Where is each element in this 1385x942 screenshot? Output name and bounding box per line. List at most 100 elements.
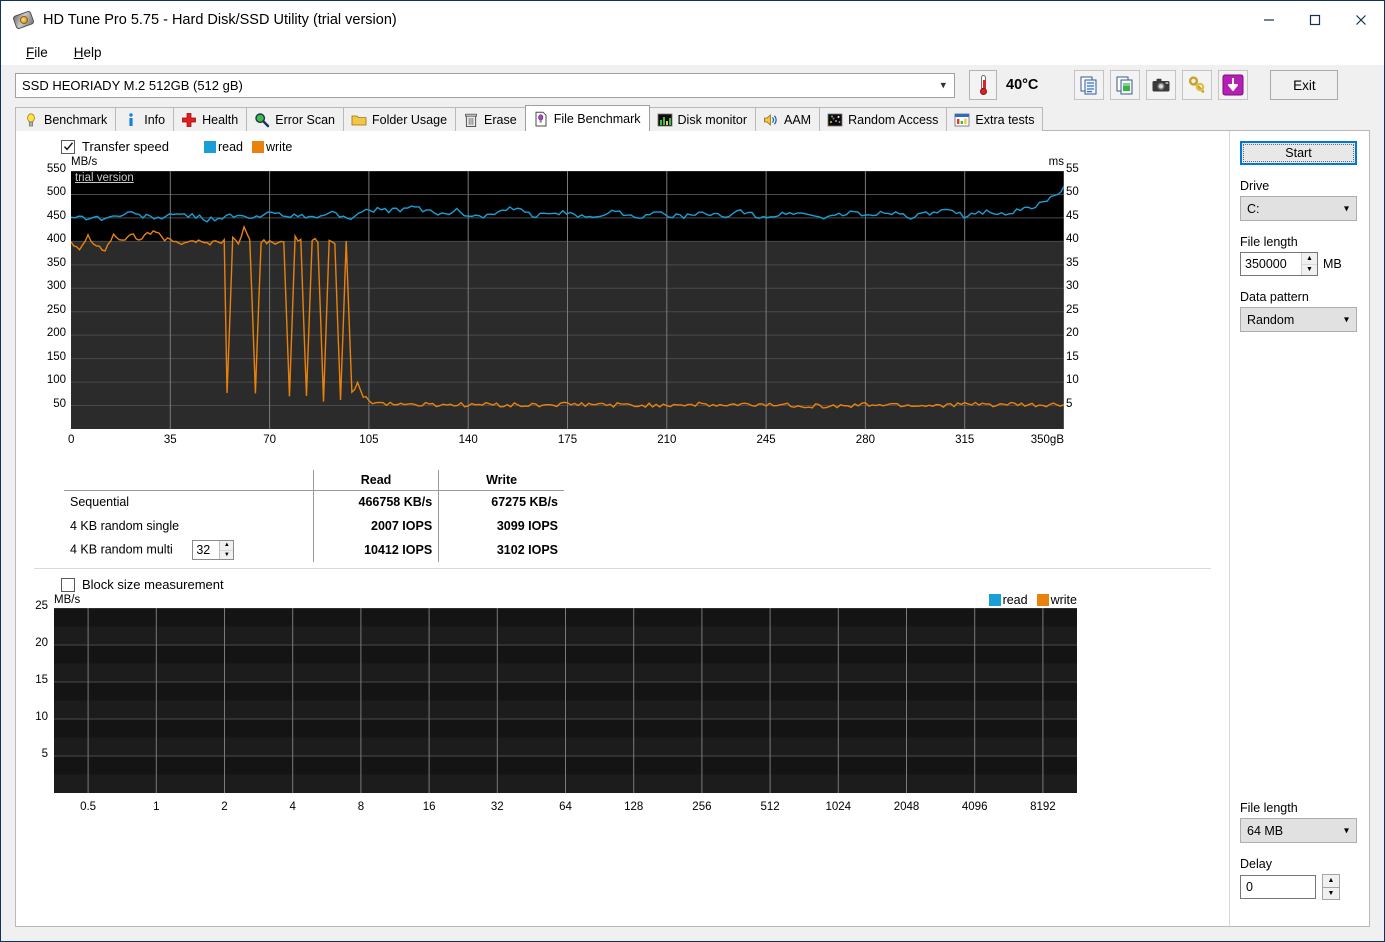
lower-x-tick: 0.5 bbox=[80, 801, 96, 813]
tab-benchmark[interactable]: Benchmark bbox=[15, 107, 116, 131]
lower-x-tick: 512 bbox=[761, 801, 780, 813]
lower-y-unit: MB/s bbox=[54, 594, 80, 606]
transfer-speed-checkbox[interactable] bbox=[61, 140, 75, 154]
delay-down-icon[interactable]: ▼ bbox=[1322, 887, 1340, 901]
row-random-multi-text: 4 KB random multi bbox=[70, 542, 173, 556]
block-size-checkbox[interactable] bbox=[61, 578, 75, 592]
trial-watermark: trial version bbox=[75, 172, 134, 184]
tab-health[interactable]: Health bbox=[173, 107, 247, 131]
temperature-indicator bbox=[969, 70, 997, 100]
delay-input[interactable]: 0 bbox=[1240, 875, 1316, 899]
queue-depth-arrows[interactable]: ▲ ▼ bbox=[219, 541, 233, 559]
toolbar: SSD HEORIADY M.2 512GB (512 gB) ▾ 40°C bbox=[1, 65, 1384, 105]
upper-y-tick: 500 bbox=[34, 186, 66, 198]
tab-erase[interactable]: Erase bbox=[455, 107, 526, 131]
lower-y-tick: 25 bbox=[18, 600, 48, 612]
download-button[interactable] bbox=[1218, 70, 1248, 100]
tab-disk-monitor[interactable]: Disk monitor bbox=[649, 107, 756, 131]
tab-error-scan[interactable]: Error Scan bbox=[246, 107, 344, 131]
file-length-up-icon[interactable]: ▲ bbox=[1302, 253, 1317, 265]
lower-plot-area bbox=[54, 608, 1077, 793]
delay-up-icon[interactable]: ▲ bbox=[1322, 874, 1340, 887]
lightbulb-icon bbox=[23, 112, 39, 128]
content-panel: Transfer speed read write MB/s bbox=[15, 130, 1370, 927]
legend-read-swatch bbox=[204, 141, 216, 153]
file-length-down-icon[interactable]: ▼ bbox=[1302, 265, 1317, 276]
tab-info-label: Info bbox=[144, 113, 165, 127]
minimize-button[interactable] bbox=[1246, 1, 1292, 39]
upper-x-tick: 315 bbox=[955, 434, 974, 446]
tab-random-access[interactable]: Random Access bbox=[819, 107, 947, 131]
file-length-stepper[interactable]: 350000 ▲ ▼ bbox=[1240, 252, 1318, 276]
temperature-value: 40°C bbox=[1006, 77, 1038, 93]
scatter-icon bbox=[827, 112, 843, 128]
transfer-speed-pane: Transfer speed read write MB/s bbox=[16, 131, 1229, 562]
file-length-arrows[interactable]: ▲ ▼ bbox=[1301, 253, 1317, 275]
upper-y2-tick: 25 bbox=[1066, 304, 1092, 316]
copy-text-icon bbox=[1079, 75, 1099, 95]
sidebar: Start Drive C: ▾ File length 350000 ▲ ▼ … bbox=[1229, 131, 1369, 926]
start-button[interactable]: Start bbox=[1240, 141, 1357, 165]
queue-depth-up-icon[interactable]: ▲ bbox=[220, 541, 233, 551]
transfer-speed-legend: read write bbox=[204, 140, 292, 154]
tab-aam[interactable]: AAM bbox=[755, 107, 820, 131]
upper-y-tick: 400 bbox=[34, 233, 66, 245]
screenshot-button[interactable] bbox=[1146, 70, 1176, 100]
delay-stepper[interactable]: ▲ ▼ bbox=[1322, 874, 1340, 900]
row-random-single-write: 3099 IOPS bbox=[439, 514, 564, 538]
menu-help[interactable]: Help bbox=[61, 42, 115, 63]
upper-x-tick: 245 bbox=[757, 434, 776, 446]
results-header-blank bbox=[64, 470, 313, 490]
lower-x-tick: 16 bbox=[423, 801, 436, 813]
close-button[interactable] bbox=[1338, 1, 1384, 39]
tab-strip: Benchmark Info Health Error Scan Folder bbox=[1, 105, 1384, 131]
tab-extra-tests[interactable]: Extra tests bbox=[946, 107, 1043, 131]
results-header-read: Read bbox=[313, 470, 438, 490]
upper-y-tick: 350 bbox=[34, 257, 66, 269]
tab-aam-label: AAM bbox=[784, 113, 811, 127]
row-sequential-read: 466758 KB/s bbox=[313, 490, 438, 514]
row-random-single-label: 4 KB random single bbox=[64, 514, 313, 538]
lower-file-length-combobox[interactable]: 64 MB ▾ bbox=[1240, 818, 1357, 843]
menu-file[interactable]: File bbox=[13, 42, 61, 63]
main-column: Transfer speed read write MB/s bbox=[16, 131, 1229, 926]
tab-info[interactable]: Info bbox=[115, 107, 174, 131]
transfer-speed-label: Transfer speed bbox=[82, 139, 169, 154]
upper-y2-tick: 40 bbox=[1066, 233, 1092, 245]
results-table: Read Write Sequential 466758 KB/s 67275 … bbox=[64, 470, 564, 562]
drive-combobox[interactable]: C: ▾ bbox=[1240, 196, 1357, 221]
lower-y-tick: 20 bbox=[18, 637, 48, 649]
copy-image-button[interactable] bbox=[1110, 70, 1140, 100]
settings-button[interactable] bbox=[1182, 70, 1212, 100]
tab-error-scan-label: Error Scan bbox=[275, 113, 335, 127]
exit-button-label: Exit bbox=[1293, 78, 1316, 93]
drive-select[interactable]: SSD HEORIADY M.2 512GB (512 gB) ▾ bbox=[15, 73, 955, 98]
lower-x-tick: 128 bbox=[624, 801, 643, 813]
lower-x-tick: 8 bbox=[358, 801, 364, 813]
copy-text-button[interactable] bbox=[1074, 70, 1104, 100]
file-bench-icon bbox=[533, 111, 549, 127]
lower-x-tick: 2048 bbox=[894, 801, 920, 813]
transfer-speed-chart: MB/s ms trial version 501001502002503003… bbox=[16, 154, 1229, 464]
tab-file-benchmark[interactable]: File Benchmark bbox=[525, 105, 650, 131]
upper-x-tick: 35 bbox=[164, 434, 177, 446]
upper-y-tick: 200 bbox=[34, 327, 66, 339]
exit-button[interactable]: Exit bbox=[1270, 70, 1338, 100]
upper-x-tick: 175 bbox=[558, 434, 577, 446]
delay-label: Delay bbox=[1240, 857, 1357, 871]
upper-y-unit: MB/s bbox=[71, 156, 97, 168]
queue-depth-down-icon[interactable]: ▼ bbox=[220, 551, 233, 560]
window-title: HD Tune Pro 5.75 - Hard Disk/SSD Utility… bbox=[43, 12, 397, 28]
start-button-label: Start bbox=[1285, 146, 1311, 160]
upper-y2-tick: 30 bbox=[1066, 280, 1092, 292]
maximize-button[interactable] bbox=[1292, 1, 1338, 39]
block-size-legend: read write bbox=[989, 593, 1077, 607]
data-pattern-combobox[interactable]: Random ▾ bbox=[1240, 307, 1357, 332]
info-icon bbox=[123, 112, 139, 128]
table-row: 4 KB random multi 32 ▲ ▼ 10412 IOPS 3102… bbox=[64, 538, 564, 562]
queue-depth-stepper[interactable]: 32 ▲ ▼ bbox=[192, 540, 234, 560]
tab-folder-usage[interactable]: Folder Usage bbox=[343, 107, 456, 131]
upper-x-tick: 0 bbox=[68, 434, 74, 446]
legend-write-swatch bbox=[252, 141, 264, 153]
tab-disk-monitor-label: Disk monitor bbox=[678, 113, 747, 127]
